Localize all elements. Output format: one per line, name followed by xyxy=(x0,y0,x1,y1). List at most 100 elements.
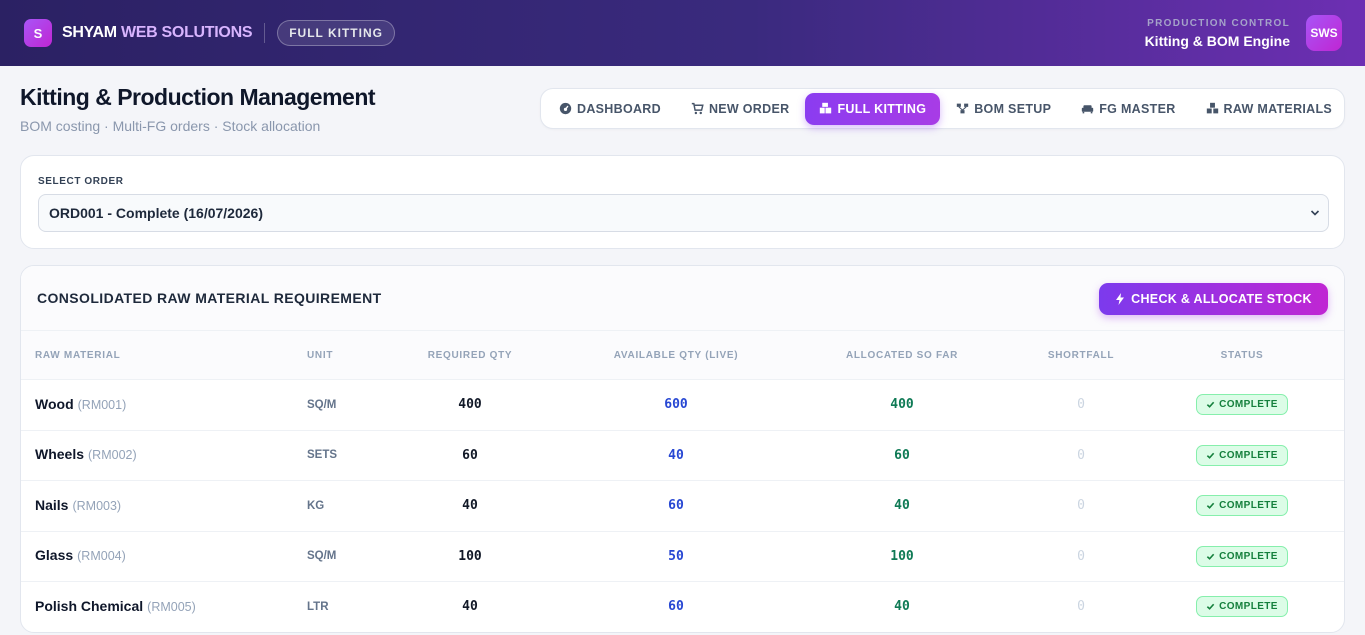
rm-code: (RM003) xyxy=(72,498,122,513)
order-select-value: ORD001 - Complete (16/07/2026) xyxy=(49,205,263,221)
rm-name: Nails xyxy=(35,496,69,513)
col-required-qty[interactable]: REQUIRED QTY xyxy=(407,350,533,361)
status-badge: COMPLETE xyxy=(1196,495,1288,517)
avatar[interactable]: SWS xyxy=(1306,15,1342,51)
required-qty: 400 xyxy=(458,397,482,413)
rm-unit: LTR xyxy=(307,600,329,613)
engine-info: PRODUCTION CONTROL Kitting & BOM Engine xyxy=(1145,18,1290,49)
allocated-qty: 100 xyxy=(890,548,914,564)
logo-badge: S xyxy=(24,19,52,47)
allocated-qty: 400 xyxy=(890,397,914,413)
table-header-bar: CONSOLIDATED RAW MATERIAL REQUIREMENT CH… xyxy=(21,266,1344,331)
required-qty: 40 xyxy=(462,498,478,514)
rm-unit: KG xyxy=(307,499,325,512)
cart-icon xyxy=(691,102,704,115)
shortfall-qty: 0 xyxy=(1077,447,1085,463)
shortfall-qty: 0 xyxy=(1077,397,1085,413)
nav-dashboard[interactable]: DASHBOARD xyxy=(545,93,675,125)
check-icon xyxy=(1206,553,1215,560)
col-available-qty[interactable]: AVAILABLE QTY (LIVE) xyxy=(533,350,819,361)
nav-bom-setup-label: BOM SETUP xyxy=(974,101,1052,116)
allocated-qty: 40 xyxy=(894,599,910,615)
table-title: CONSOLIDATED RAW MATERIAL REQUIREMENT xyxy=(37,290,382,306)
status-label: COMPLETE xyxy=(1219,449,1278,461)
shortfall-qty: 0 xyxy=(1077,548,1085,564)
table-row: Wheels (RM002) SETS 60 40 60 0 COMPLETE xyxy=(21,431,1344,481)
nav-bom-setup[interactable]: BOM SETUP xyxy=(942,93,1065,125)
rm-unit: SQ/M xyxy=(307,550,337,563)
top-header: S SHYAM WEB SOLUTIONS FULL KITTING PRODU… xyxy=(0,0,1365,66)
allocated-qty: 40 xyxy=(894,498,910,514)
rm-name: Glass xyxy=(35,547,74,564)
header-divider xyxy=(264,23,266,43)
table-row: Nails (RM003) KG 40 60 40 0 COMPLETE xyxy=(21,481,1344,532)
cubes-icon xyxy=(1206,102,1218,114)
available-qty: 40 xyxy=(668,447,684,463)
order-select-card: SELECT ORDER ORD001 - Complete (16/07/20… xyxy=(20,155,1345,249)
nav-raw-materials[interactable]: RAW MATERIALS xyxy=(1192,93,1347,125)
engine-subtitle: PRODUCTION CONTROL xyxy=(1147,17,1290,29)
table-row: Glass (RM004) SQ/M 100 50 100 0 COMPLETE xyxy=(21,532,1344,582)
status-badge: COMPLETE xyxy=(1196,394,1288,416)
rm-code: (RM001) xyxy=(77,397,127,412)
sofa-icon xyxy=(1082,105,1094,114)
check-icon xyxy=(1206,502,1215,510)
shortfall-qty: 0 xyxy=(1077,599,1085,615)
dashboard-icon xyxy=(559,102,572,115)
check-allocate-button[interactable]: CHECK & ALLOCATE STOCK xyxy=(1099,283,1328,315)
status-label: COMPLETE xyxy=(1219,500,1278,512)
check-icon xyxy=(1206,452,1215,459)
table-row: Polish Chemical (RM005) LTR 40 60 40 0 CO… xyxy=(21,582,1344,632)
col-unit[interactable]: UNIT xyxy=(307,350,407,361)
order-select[interactable]: ORD001 - Complete (16/07/2026) xyxy=(38,194,1329,232)
nav-raw-materials-label: RAW MATERIALS xyxy=(1223,101,1333,116)
requirement-table-card: CONSOLIDATED RAW MATERIAL REQUIREMENT CH… xyxy=(20,265,1345,633)
nav-full-kitting[interactable]: FULL KITTING xyxy=(805,92,941,125)
boxes-icon xyxy=(820,102,832,114)
available-qty: 600 xyxy=(664,397,688,413)
check-icon xyxy=(1206,603,1215,611)
available-qty: 60 xyxy=(668,599,684,615)
status-label: COMPLETE xyxy=(1219,601,1278,613)
nav-fg-master-label: FG MASTER xyxy=(1099,101,1176,116)
status-label: COMPLETE xyxy=(1219,399,1278,411)
page-subtitle: BOM costing · Multi-FG orders · Stock al… xyxy=(20,118,321,134)
nav-fg-master[interactable]: FG MASTER xyxy=(1067,93,1189,125)
required-qty: 40 xyxy=(462,599,478,615)
rm-unit: SETS xyxy=(307,449,338,462)
nav-new-order[interactable]: NEW ORDER xyxy=(677,93,803,125)
col-status[interactable]: STATUS xyxy=(1177,350,1307,361)
table-row: Wood (RM001) SQ/M 400 600 400 0 COMPLETE xyxy=(21,380,1344,431)
check-allocate-label: CHECK & ALLOCATE STOCK xyxy=(1131,292,1312,306)
available-qty: 60 xyxy=(668,498,684,514)
rm-code: (RM005) xyxy=(147,599,196,614)
brand-name[interactable]: SHYAM WEB SOLUTIONS xyxy=(62,24,253,42)
col-raw-material[interactable]: RAW MATERIAL xyxy=(21,350,307,361)
col-shortfall[interactable]: SHORTFALL xyxy=(985,350,1177,361)
main-nav: DASHBOARD NEW ORDER FULL KITTING BOM SET… xyxy=(540,88,1345,129)
check-icon xyxy=(1206,401,1215,409)
rm-name: Wood xyxy=(35,395,74,412)
allocated-qty: 60 xyxy=(894,447,910,463)
chevron-down-icon xyxy=(1310,210,1320,216)
brand-accent: WEB SOLUTIONS xyxy=(120,24,253,41)
hierarchy-icon xyxy=(957,103,969,114)
status-badge: COMPLETE xyxy=(1196,444,1288,466)
engine-title: Kitting & BOM Engine xyxy=(1144,32,1290,49)
brand-main: SHYAM xyxy=(62,24,117,41)
page-title: Kitting & Production Management xyxy=(20,84,376,110)
rm-code: (RM002) xyxy=(88,448,137,463)
status-badge: COMPLETE xyxy=(1196,545,1288,567)
col-allocated[interactable]: ALLOCATED SO FAR xyxy=(819,350,985,361)
rm-unit: SQ/M xyxy=(307,398,337,411)
order-select-label: SELECT ORDER xyxy=(38,176,124,187)
module-badge: FULL KITTING xyxy=(277,20,395,46)
table-column-headers: RAW MATERIAL UNIT REQUIRED QTY AVAILABLE… xyxy=(21,331,1344,380)
nav-full-kitting-label: FULL KITTING xyxy=(837,101,927,116)
status-label: COMPLETE xyxy=(1219,550,1278,562)
rm-name: Wheels xyxy=(35,446,85,463)
bolt-icon xyxy=(1116,293,1125,305)
shortfall-qty: 0 xyxy=(1077,498,1085,514)
nav-dashboard-label: DASHBOARD xyxy=(577,101,661,116)
rm-name: Polish Chemical xyxy=(35,597,144,614)
